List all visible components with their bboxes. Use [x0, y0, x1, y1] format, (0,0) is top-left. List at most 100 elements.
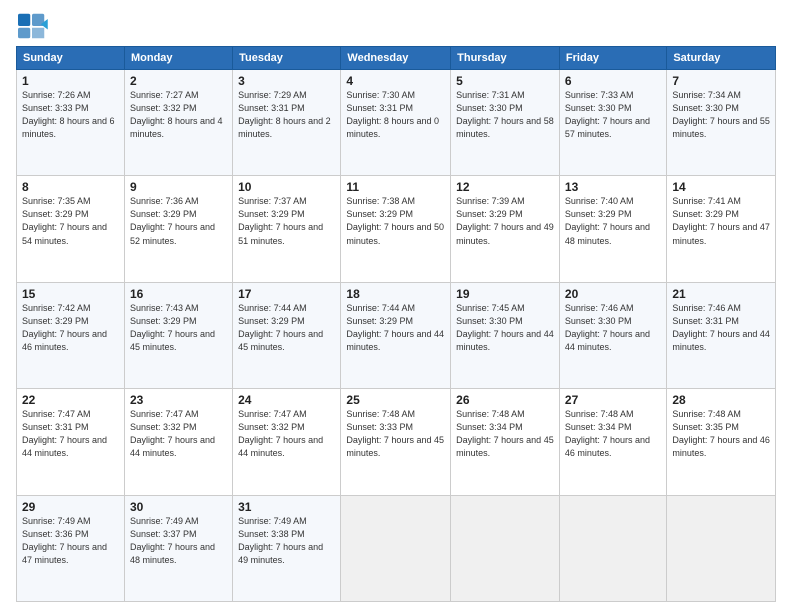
- day-header-tuesday: Tuesday: [233, 47, 341, 70]
- day-info: Sunrise: 7:47 AMSunset: 3:32 PMDaylight:…: [130, 408, 227, 460]
- day-info: Sunrise: 7:47 AMSunset: 3:32 PMDaylight:…: [238, 408, 335, 460]
- calendar-cell: [667, 495, 776, 601]
- day-info: Sunrise: 7:31 AMSunset: 3:30 PMDaylight:…: [456, 89, 554, 141]
- calendar-cell: 14Sunrise: 7:41 AMSunset: 3:29 PMDayligh…: [667, 176, 776, 282]
- day-header-monday: Monday: [124, 47, 232, 70]
- day-number: 30: [130, 500, 227, 514]
- calendar-cell: 10Sunrise: 7:37 AMSunset: 3:29 PMDayligh…: [233, 176, 341, 282]
- day-number: 22: [22, 393, 119, 407]
- calendar-cell: 26Sunrise: 7:48 AMSunset: 3:34 PMDayligh…: [451, 389, 560, 495]
- day-number: 5: [456, 74, 554, 88]
- day-number: 23: [130, 393, 227, 407]
- day-header-saturday: Saturday: [667, 47, 776, 70]
- logo: [16, 12, 52, 40]
- day-info: Sunrise: 7:47 AMSunset: 3:31 PMDaylight:…: [22, 408, 119, 460]
- day-header-wednesday: Wednesday: [341, 47, 451, 70]
- day-number: 11: [346, 180, 445, 194]
- day-number: 17: [238, 287, 335, 301]
- day-info: Sunrise: 7:46 AMSunset: 3:31 PMDaylight:…: [672, 302, 770, 354]
- calendar-cell: 2Sunrise: 7:27 AMSunset: 3:32 PMDaylight…: [124, 70, 232, 176]
- calendar-cell: 21Sunrise: 7:46 AMSunset: 3:31 PMDayligh…: [667, 282, 776, 388]
- day-number: 16: [130, 287, 227, 301]
- day-info: Sunrise: 7:34 AMSunset: 3:30 PMDaylight:…: [672, 89, 770, 141]
- day-number: 9: [130, 180, 227, 194]
- day-header-friday: Friday: [559, 47, 666, 70]
- calendar-cell: 15Sunrise: 7:42 AMSunset: 3:29 PMDayligh…: [17, 282, 125, 388]
- day-info: Sunrise: 7:49 AMSunset: 3:38 PMDaylight:…: [238, 515, 335, 567]
- day-info: Sunrise: 7:29 AMSunset: 3:31 PMDaylight:…: [238, 89, 335, 141]
- day-info: Sunrise: 7:42 AMSunset: 3:29 PMDaylight:…: [22, 302, 119, 354]
- calendar-header-row: SundayMondayTuesdayWednesdayThursdayFrid…: [17, 47, 776, 70]
- day-info: Sunrise: 7:26 AMSunset: 3:33 PMDaylight:…: [22, 89, 119, 141]
- day-number: 14: [672, 180, 770, 194]
- day-info: Sunrise: 7:49 AMSunset: 3:36 PMDaylight:…: [22, 515, 119, 567]
- calendar-cell: 25Sunrise: 7:48 AMSunset: 3:33 PMDayligh…: [341, 389, 451, 495]
- calendar-cell: 3Sunrise: 7:29 AMSunset: 3:31 PMDaylight…: [233, 70, 341, 176]
- day-info: Sunrise: 7:40 AMSunset: 3:29 PMDaylight:…: [565, 195, 661, 247]
- calendar-cell: 27Sunrise: 7:48 AMSunset: 3:34 PMDayligh…: [559, 389, 666, 495]
- calendar-cell: 4Sunrise: 7:30 AMSunset: 3:31 PMDaylight…: [341, 70, 451, 176]
- day-number: 29: [22, 500, 119, 514]
- calendar-cell: [559, 495, 666, 601]
- day-header-thursday: Thursday: [451, 47, 560, 70]
- header: [16, 12, 776, 40]
- day-number: 19: [456, 287, 554, 301]
- day-info: Sunrise: 7:38 AMSunset: 3:29 PMDaylight:…: [346, 195, 445, 247]
- day-info: Sunrise: 7:48 AMSunset: 3:34 PMDaylight:…: [456, 408, 554, 460]
- day-info: Sunrise: 7:41 AMSunset: 3:29 PMDaylight:…: [672, 195, 770, 247]
- calendar-cell: 19Sunrise: 7:45 AMSunset: 3:30 PMDayligh…: [451, 282, 560, 388]
- day-info: Sunrise: 7:37 AMSunset: 3:29 PMDaylight:…: [238, 195, 335, 247]
- calendar-cell: 18Sunrise: 7:44 AMSunset: 3:29 PMDayligh…: [341, 282, 451, 388]
- day-info: Sunrise: 7:44 AMSunset: 3:29 PMDaylight:…: [238, 302, 335, 354]
- calendar-week-1: 1Sunrise: 7:26 AMSunset: 3:33 PMDaylight…: [17, 70, 776, 176]
- calendar-cell: 7Sunrise: 7:34 AMSunset: 3:30 PMDaylight…: [667, 70, 776, 176]
- day-info: Sunrise: 7:48 AMSunset: 3:34 PMDaylight:…: [565, 408, 661, 460]
- day-info: Sunrise: 7:45 AMSunset: 3:30 PMDaylight:…: [456, 302, 554, 354]
- logo-icon: [16, 12, 48, 40]
- calendar-cell: [341, 495, 451, 601]
- day-info: Sunrise: 7:44 AMSunset: 3:29 PMDaylight:…: [346, 302, 445, 354]
- page: SundayMondayTuesdayWednesdayThursdayFrid…: [0, 0, 792, 612]
- day-number: 20: [565, 287, 661, 301]
- day-info: Sunrise: 7:39 AMSunset: 3:29 PMDaylight:…: [456, 195, 554, 247]
- calendar-cell: 31Sunrise: 7:49 AMSunset: 3:38 PMDayligh…: [233, 495, 341, 601]
- day-number: 31: [238, 500, 335, 514]
- day-info: Sunrise: 7:43 AMSunset: 3:29 PMDaylight:…: [130, 302, 227, 354]
- day-info: Sunrise: 7:35 AMSunset: 3:29 PMDaylight:…: [22, 195, 119, 247]
- calendar-cell: 9Sunrise: 7:36 AMSunset: 3:29 PMDaylight…: [124, 176, 232, 282]
- day-info: Sunrise: 7:49 AMSunset: 3:37 PMDaylight:…: [130, 515, 227, 567]
- calendar-cell: 29Sunrise: 7:49 AMSunset: 3:36 PMDayligh…: [17, 495, 125, 601]
- calendar-cell: 20Sunrise: 7:46 AMSunset: 3:30 PMDayligh…: [559, 282, 666, 388]
- calendar-cell: 24Sunrise: 7:47 AMSunset: 3:32 PMDayligh…: [233, 389, 341, 495]
- day-number: 1: [22, 74, 119, 88]
- day-number: 26: [456, 393, 554, 407]
- calendar-cell: 13Sunrise: 7:40 AMSunset: 3:29 PMDayligh…: [559, 176, 666, 282]
- day-number: 2: [130, 74, 227, 88]
- day-info: Sunrise: 7:30 AMSunset: 3:31 PMDaylight:…: [346, 89, 445, 141]
- calendar-cell: 8Sunrise: 7:35 AMSunset: 3:29 PMDaylight…: [17, 176, 125, 282]
- day-info: Sunrise: 7:48 AMSunset: 3:35 PMDaylight:…: [672, 408, 770, 460]
- calendar-cell: 6Sunrise: 7:33 AMSunset: 3:30 PMDaylight…: [559, 70, 666, 176]
- day-number: 3: [238, 74, 335, 88]
- day-number: 4: [346, 74, 445, 88]
- day-number: 25: [346, 393, 445, 407]
- day-number: 24: [238, 393, 335, 407]
- calendar-cell: 1Sunrise: 7:26 AMSunset: 3:33 PMDaylight…: [17, 70, 125, 176]
- calendar-cell: 11Sunrise: 7:38 AMSunset: 3:29 PMDayligh…: [341, 176, 451, 282]
- day-number: 27: [565, 393, 661, 407]
- day-number: 10: [238, 180, 335, 194]
- day-number: 13: [565, 180, 661, 194]
- calendar-cell: 17Sunrise: 7:44 AMSunset: 3:29 PMDayligh…: [233, 282, 341, 388]
- day-number: 6: [565, 74, 661, 88]
- calendar-cell: 23Sunrise: 7:47 AMSunset: 3:32 PMDayligh…: [124, 389, 232, 495]
- day-number: 8: [22, 180, 119, 194]
- calendar-cell: [451, 495, 560, 601]
- day-header-sunday: Sunday: [17, 47, 125, 70]
- day-number: 28: [672, 393, 770, 407]
- day-number: 12: [456, 180, 554, 194]
- day-info: Sunrise: 7:46 AMSunset: 3:30 PMDaylight:…: [565, 302, 661, 354]
- calendar-cell: 30Sunrise: 7:49 AMSunset: 3:37 PMDayligh…: [124, 495, 232, 601]
- calendar-cell: 16Sunrise: 7:43 AMSunset: 3:29 PMDayligh…: [124, 282, 232, 388]
- day-info: Sunrise: 7:36 AMSunset: 3:29 PMDaylight:…: [130, 195, 227, 247]
- day-info: Sunrise: 7:33 AMSunset: 3:30 PMDaylight:…: [565, 89, 661, 141]
